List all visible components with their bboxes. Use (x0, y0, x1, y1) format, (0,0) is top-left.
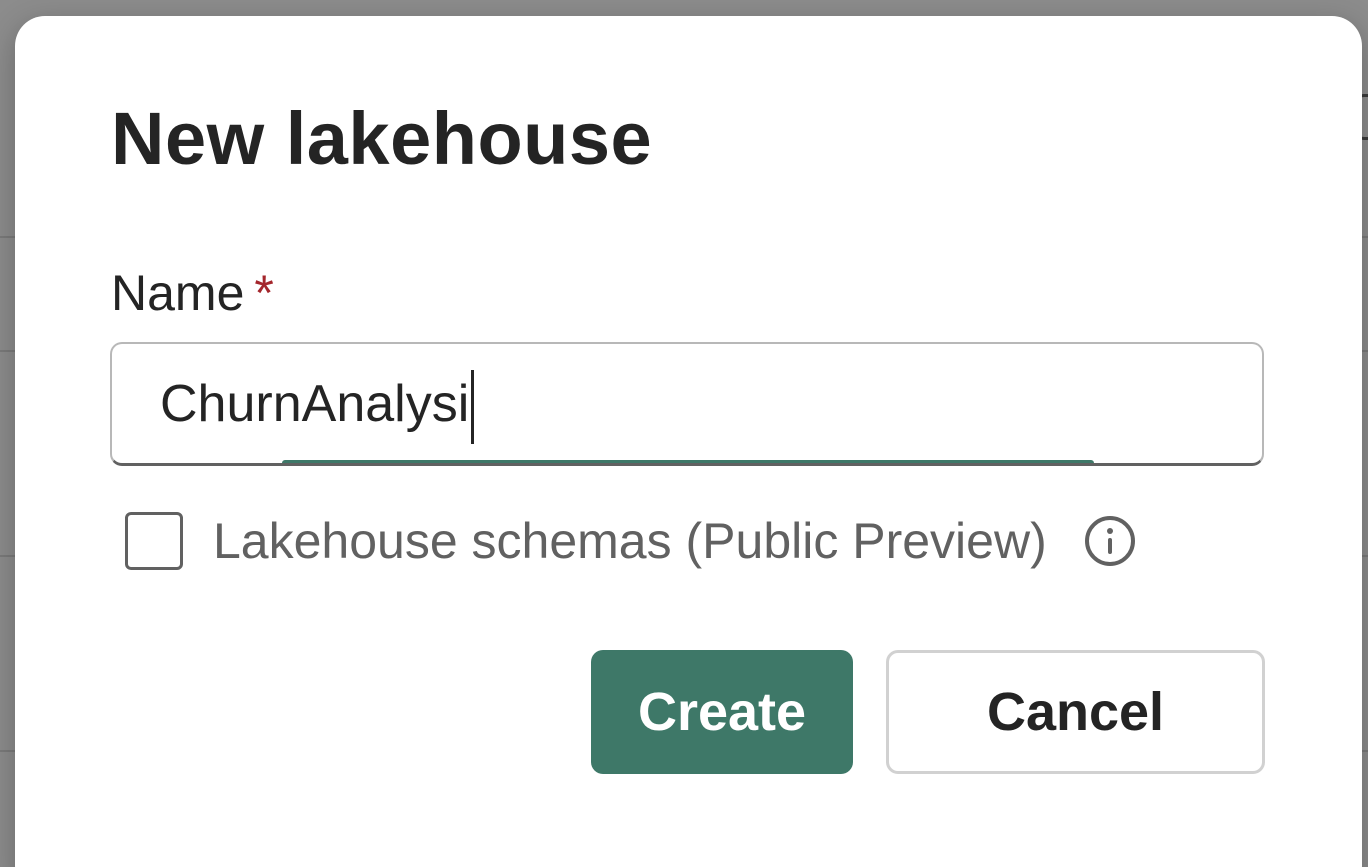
lakehouse-schemas-label[interactable]: Lakehouse schemas (Public Preview) (213, 512, 1047, 570)
input-focus-underline (282, 460, 1094, 463)
dialog-title: New lakehouse (111, 97, 653, 180)
info-icon[interactable] (1084, 516, 1135, 566)
text-caret (471, 370, 475, 445)
required-marker: * (254, 265, 274, 321)
new-lakehouse-dialog: New lakehouse Name * ChurnAnalysi Lakehou… (15, 16, 1362, 867)
create-button[interactable]: Create (591, 650, 853, 774)
name-label-text: Name (111, 265, 245, 321)
name-input[interactable]: ChurnAnalysi (110, 342, 1264, 466)
cancel-button[interactable]: Cancel (886, 650, 1265, 774)
lakehouse-schemas-checkbox[interactable] (125, 512, 183, 570)
name-field-label: Name * (111, 264, 274, 322)
name-input-text: ChurnAnalysi (160, 375, 470, 433)
lakehouse-schemas-option: Lakehouse schemas (Public Preview) (125, 506, 1135, 576)
name-input-value[interactable]: ChurnAnalysi (160, 364, 475, 445)
